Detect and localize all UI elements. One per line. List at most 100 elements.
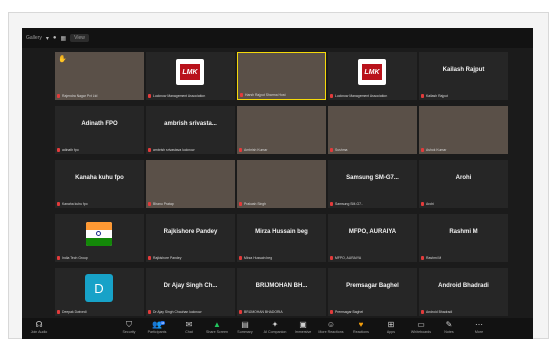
notes-icon: ✎ [445,320,453,329]
mic-muted-icon [330,202,333,206]
toolbar-item-ai-companion[interactable]: ✦ AI Companion [262,320,288,335]
toolbar-item-more[interactable]: ⋯ More [466,320,492,335]
participant-tile[interactable]: ✋ Rajendra Nagar Pvt Ltd [55,52,144,100]
tile-footer: ambrish srivastava lucknow [148,148,194,152]
participant-tile[interactable]: Premsagar Baghel Premsagar Baghel [328,268,417,316]
toolbar-item-reactions[interactable]: ♥ Reactions [348,320,374,335]
zoom-meeting-window: Gallery ▾ ● ▦ View ✋ Rajendra Nagar Pvt L… [22,28,533,339]
lmk-logo: LMK [176,59,204,85]
participant-caption: Premsagar Baghel [335,310,364,314]
lmk-logo-mark: LMK [362,64,382,80]
participant-tile[interactable]: ambrish srivasta... ambrish srivastava lu… [146,106,235,154]
participant-tile[interactable]: India Tech Group [55,214,144,262]
participant-tile[interactable]: Kailash Rajput Kailash Rajput [419,52,508,100]
participant-tile[interactable]: Android Bhadradi Android Bhadradi [419,268,508,316]
lmk-logo-mark: LMK [180,64,200,80]
participant-tile[interactable]: Rajkishore Pandey Rajkishore Pandey [146,214,235,262]
participant-tile[interactable]: MFPO, AURAIYA MFPO, AURAIYA [328,214,417,262]
participant-tile[interactable]: Kanaha kuhu fpo Kanaha kuhu fpo [55,160,144,208]
participant-caption: Bhanu Pratap [153,202,174,206]
participant-caption: India Tech Group [62,256,88,260]
participant-tile[interactable]: Arohi Arohi [419,160,508,208]
tile-footer: Lucknow Management Association [330,94,387,98]
participant-tile[interactable]: Adinath FPO adinath fpo [55,106,144,154]
participant-caption: Lucknow Management Association [153,94,206,98]
share-screen-icon: ▲ [213,320,221,329]
participant-tile[interactable]: Samsung SM-G7... Samsung SM-G7.. [328,160,417,208]
toolbar-item-notes[interactable]: ✎ Notes [436,320,462,335]
mic-muted-icon [330,256,333,260]
mic-muted-icon [57,256,60,260]
toolbar-item-whiteboards[interactable]: ▭ Whiteboards [408,320,434,335]
toolbar-label: Participants [147,330,167,334]
mic-muted-icon [239,310,242,314]
participant-caption: Prakash Singh [244,202,267,206]
tile-footer: Arohi [421,202,434,206]
apps-icon: ⊞ [387,320,395,329]
participant-caption: Arohi [426,202,434,206]
mic-muted-icon [148,256,151,260]
participant-tile[interactable]: LMK Lucknow Management Association [328,52,417,100]
mic-muted-icon [421,94,424,98]
toolbar-label: Whiteboards [410,330,432,334]
tile-footer: Kailash Rajput [421,94,448,98]
participant-name: Samsung SM-G7... [346,175,399,181]
toolbar-item-chat[interactable]: ✉ Chat [176,320,202,335]
participant-tile[interactable]: Bhanu Pratap [146,160,235,208]
toolbar-item-immersive[interactable]: ▣ Immersive [290,320,316,335]
participant-name: Mirza Hussain beg [255,229,308,235]
mic-muted-icon [57,202,60,206]
toolbar-label: Share Screen [206,330,228,334]
participant-name: ambrish srivasta... [164,121,217,127]
mic-muted-icon [57,148,60,152]
participant-caption: Dr Ajay Singh Chauhan lucknow [153,310,202,314]
mic-muted-icon [421,310,424,314]
participant-caption: Deepak Dwivedi [62,310,87,314]
participant-tile[interactable]: BRIJMOHAN BH... BRIJMOHAN BHADORIA [237,268,326,316]
participant-name: Kailash Rajput [442,67,485,73]
toolbar-item-participants[interactable]: 👥 Participants 44 [144,320,170,335]
participant-caption: MFPO, AURAIYA [335,256,362,260]
toolbar-label: Chat [185,330,193,334]
participant-tile[interactable]: Sushma [328,106,417,154]
participant-grid: ✋ Rajendra Nagar Pvt Ltd LMK Lucknow Manage… [22,28,533,339]
participant-tile[interactable]: Ambrish Kumar [237,106,326,154]
participant-tile[interactable]: Ashok Kumar [419,106,508,154]
toolbar-label: Reactions [353,330,369,334]
tile-footer: Premsagar Baghel [330,310,363,314]
participant-caption: Rajendra Nagar Pvt Ltd [62,94,98,98]
tile-footer: Bhanu Pratap [148,202,174,206]
tile-footer: Rashmi M [421,256,441,260]
participant-tile[interactable]: Harsh Rajput Sharma Host [237,52,326,100]
toolbar-item-summary[interactable]: ▤ Summary [232,320,258,335]
participant-caption: ambrish srivastava lucknow [153,148,195,152]
participant-tile[interactable]: Rashmi M Rashmi M [419,214,508,262]
lmk-logo: LMK [358,59,386,85]
ai-companion-icon: ✦ [271,320,279,329]
participant-tile[interactable]: Prakash Singh [237,160,326,208]
tile-footer: BRIJMOHAN BHADORIA [239,310,283,314]
participant-tile[interactable]: LMK Lucknow Management Association [146,52,235,100]
toolbar-item-more-reactions[interactable]: ☺ More Reactions [318,320,344,335]
participant-caption: Mirza Hussain beg [244,256,273,260]
toolbar-item-share-screen[interactable]: ▲ Share Screen [204,320,230,335]
india-flag-icon [86,222,112,246]
mic-muted-icon [148,202,151,206]
participant-name: Rashmi M [449,229,478,235]
participant-caption: Ambrish Kumar [244,148,268,152]
toolbar-item-apps[interactable]: ⊞ Apps [378,320,404,335]
mic-muted-icon [239,148,242,152]
participant-name: Dr Ajay Singh Ch... [163,283,218,289]
mic-muted-icon [240,93,243,97]
participant-tile[interactable]: D Deepak Dwivedi [55,268,144,316]
toolbar-item-security[interactable]: ⛉ Security [116,320,142,335]
toolbar-item-join-audio[interactable]: ☊ Join Audio [26,320,52,335]
participant-caption: adinath fpo [62,148,79,152]
tile-footer: Rajendra Nagar Pvt Ltd [57,94,97,98]
toolbar-label: More Reactions [318,330,344,334]
tile-footer: Ashok Kumar [421,148,446,152]
participant-tile[interactable]: Mirza Hussain beg Mirza Hussain beg [237,214,326,262]
tile-footer: Samsung SM-G7.. [330,202,363,206]
participant-caption: Lucknow Management Association [335,94,388,98]
participant-tile[interactable]: Dr Ajay Singh Ch... Dr Ajay Singh Chauhan… [146,268,235,316]
